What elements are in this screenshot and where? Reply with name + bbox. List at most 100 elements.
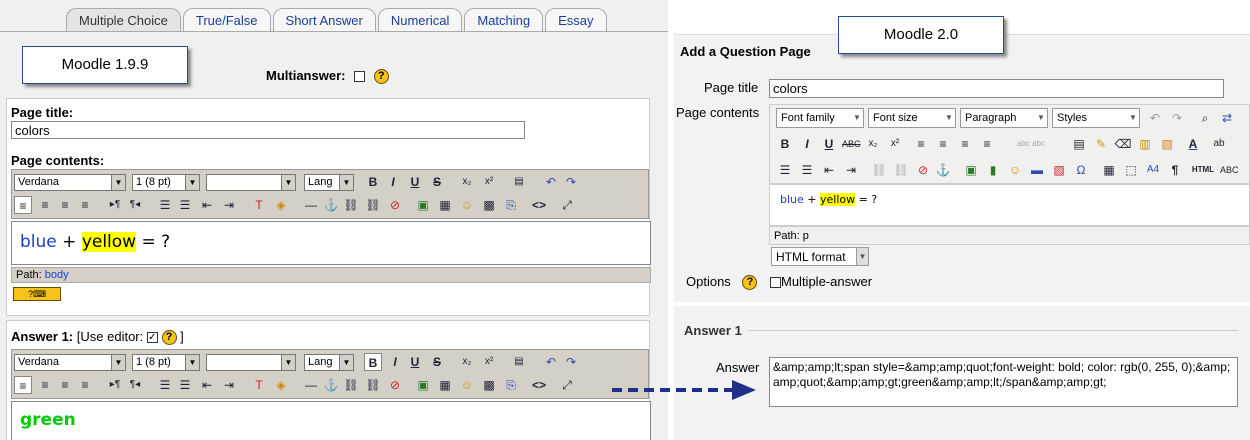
help-icon[interactable]: ? [161, 330, 177, 346]
italic-icon[interactable]: I [386, 353, 404, 371]
page-content-editor[interactable]: blue + yellow = ? [769, 184, 1250, 226]
multianswer-checkbox[interactable] [354, 71, 366, 83]
subscript-icon[interactable]: x₂ [458, 173, 476, 191]
answer-textarea[interactable]: &amp;amp;lt;span style=&amp;amp;quot;fon… [769, 357, 1238, 407]
format-select[interactable]: ▼ [206, 354, 296, 371]
undo-icon[interactable]: ↶ [1146, 109, 1164, 127]
tab-numerical[interactable]: Numerical [377, 8, 463, 32]
nolink-icon[interactable]: ⊘ [914, 161, 932, 179]
align-right-icon[interactable]: ≡ [956, 135, 974, 153]
indent-icon[interactable]: ⇥ [220, 376, 238, 394]
subscript-icon[interactable]: x₂ [458, 353, 476, 371]
superscript-icon[interactable]: x² [480, 173, 498, 191]
undo-icon[interactable]: ↶ [542, 353, 560, 371]
nonbreaking-icon[interactable]: ▧ [1050, 161, 1068, 179]
underline-icon[interactable]: U [406, 173, 424, 191]
justify-icon[interactable]: ≡ [978, 135, 996, 153]
nolink-icon[interactable]: ⊘ [386, 196, 404, 214]
page-title-input[interactable]: colors [11, 121, 525, 139]
tab-short-answer[interactable]: Short Answer [272, 8, 376, 32]
font-select[interactable]: Verdana ▼ [14, 174, 126, 191]
page-content-editor[interactable]: blue + yellow = ? [11, 221, 651, 265]
align-left-icon[interactable]: ≡ [912, 135, 930, 153]
text-color-icon[interactable]: T [250, 376, 268, 394]
styles-select[interactable]: Styles ▼ [1052, 108, 1140, 128]
horizontal-rule-icon[interactable]: ▬ [1028, 161, 1046, 179]
clean-word-icon[interactable]: ▤ [510, 353, 528, 371]
help-icon[interactable]: ? [373, 69, 389, 85]
eraser-icon[interactable]: ⌫ [1114, 135, 1132, 153]
anchor-icon[interactable]: ⚓ [322, 376, 340, 394]
source-icon[interactable]: <> [530, 196, 548, 214]
paragraph-select[interactable]: Paragraph ▼ [960, 108, 1048, 128]
special-char-icon[interactable]: ▩ [480, 376, 498, 394]
find-icon[interactable]: ⌕ [1196, 109, 1214, 127]
keyboard-help-icon[interactable]: ?⌨ [13, 287, 61, 301]
align-left-icon[interactable]: ≡ [14, 376, 32, 394]
align-center-icon[interactable]: ≡ [36, 196, 54, 214]
omega-icon[interactable]: Ω [1072, 161, 1090, 179]
ltr-icon[interactable]: ▸¶ [106, 196, 124, 214]
align-right-icon[interactable]: ≡ [56, 196, 74, 214]
format-select[interactable]: HTML format ▼ [771, 247, 869, 266]
indent-icon[interactable]: ⇥ [842, 161, 860, 179]
outdent-icon[interactable]: ⇤ [198, 376, 216, 394]
redo-icon[interactable]: ↷ [1168, 109, 1186, 127]
paste-icon[interactable]: ▥ [1136, 135, 1154, 153]
link-icon[interactable]: ⛓ [870, 161, 888, 179]
strike-icon[interactable]: S [428, 173, 446, 191]
html-source-icon[interactable]: HTML [1190, 161, 1216, 179]
horizontal-rule-icon[interactable]: — [302, 196, 320, 214]
font-family-select[interactable]: Font family ▼ [776, 108, 864, 128]
spellcheck-icon[interactable]: ABC [1220, 161, 1239, 179]
align-right-icon[interactable]: ≡ [56, 376, 74, 394]
italic-icon[interactable]: I [798, 135, 816, 153]
ordered-list-icon[interactable]: ☰ [798, 161, 816, 179]
redo-icon[interactable]: ↷ [562, 173, 580, 191]
paste-word-icon[interactable]: ▤ [1070, 135, 1088, 153]
answer-editor[interactable]: green [11, 401, 651, 440]
outdent-icon[interactable]: ⇤ [820, 161, 838, 179]
image-icon[interactable]: ▣ [962, 161, 980, 179]
outdent-icon[interactable]: ⇤ [198, 196, 216, 214]
text-color-icon[interactable]: T [250, 196, 268, 214]
visual-aid-icon[interactable]: ⬚ [1122, 161, 1140, 179]
align-left-icon[interactable]: ≡ [14, 196, 32, 214]
ordered-list-icon[interactable]: ☰ [156, 376, 174, 394]
justify-icon[interactable]: ≡ [76, 376, 94, 394]
font-color-icon[interactable]: A [1184, 135, 1202, 153]
find-replace-icon[interactable]: ⎘ [502, 376, 520, 394]
link-icon[interactable]: ⛓ [342, 196, 360, 214]
rtl-icon[interactable]: ¶◂ [126, 196, 144, 214]
fullscreen-icon[interactable]: ⤢ [558, 376, 576, 394]
subscript-icon[interactable]: x₂ [864, 135, 882, 153]
styleprops-icon[interactable]: A4 [1144, 161, 1162, 179]
image-icon[interactable]: ▣ [414, 376, 432, 394]
source-icon[interactable]: <> [530, 376, 548, 394]
multiple-answer-checkbox[interactable] [770, 277, 781, 289]
justify-icon[interactable]: ≡ [76, 196, 94, 214]
undo-icon[interactable]: ↶ [542, 173, 560, 191]
strike-icon[interactable]: ABC [842, 135, 861, 153]
table-icon[interactable]: ▦ [1100, 161, 1118, 179]
strike-icon[interactable]: S [428, 353, 446, 371]
indent-icon[interactable]: ⇥ [220, 196, 238, 214]
paste-text-icon[interactable]: ▧ [1158, 135, 1176, 153]
bg-color-icon[interactable]: ◈ [272, 376, 290, 394]
bold-icon[interactable]: B [364, 353, 382, 371]
font-size-select[interactable]: Font size ▼ [868, 108, 956, 128]
underline-icon[interactable]: U [406, 353, 424, 371]
image-icon[interactable]: ▣ [414, 196, 432, 214]
align-center-icon[interactable]: ≡ [36, 376, 54, 394]
unordered-list-icon[interactable]: ☰ [176, 196, 194, 214]
bold-icon[interactable]: B [776, 135, 794, 153]
underline-icon[interactable]: U [820, 135, 838, 153]
highlight-icon[interactable]: ab [1210, 135, 1228, 153]
bg-color-icon[interactable]: ◈ [272, 196, 290, 214]
table-icon[interactable]: ▦ [436, 376, 454, 394]
lang-select[interactable]: Lang ▼ [304, 174, 354, 191]
clean-word-icon[interactable]: ▤ [510, 173, 528, 191]
unordered-list-icon[interactable]: ☰ [776, 161, 794, 179]
nolink-icon[interactable]: ⊘ [386, 376, 404, 394]
path-value[interactable]: body [45, 269, 69, 281]
